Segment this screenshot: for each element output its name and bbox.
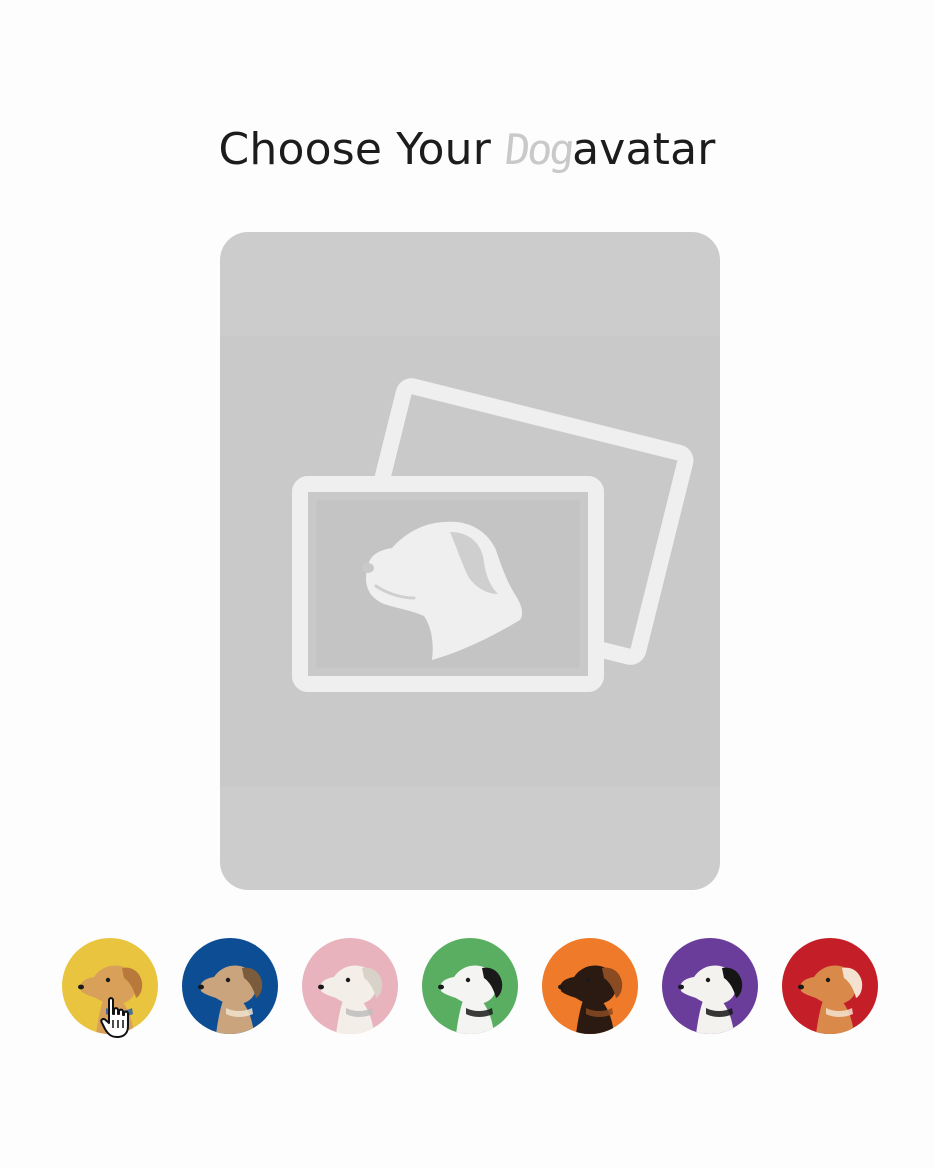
- title-prefix: Choose Your: [218, 124, 506, 175]
- border-collie-avatar-icon: [662, 938, 758, 1034]
- avatar-option-golden-retriever[interactable]: [62, 938, 158, 1034]
- title-suffix: avatar: [572, 124, 716, 175]
- avatar-preview: [220, 232, 720, 890]
- avatar-picker-page: Choose Your Dogavatar: [0, 0, 934, 1168]
- golden-retriever-avatar-icon: [62, 938, 158, 1034]
- avatar-option-border-collie[interactable]: [662, 938, 758, 1034]
- avatar-option-whippet[interactable]: [182, 938, 278, 1034]
- avatar-option-dachshund[interactable]: [542, 938, 638, 1034]
- dalmatian-avatar-icon: [422, 938, 518, 1034]
- dachshund-avatar-icon: [542, 938, 638, 1034]
- title-accent: Dog: [502, 125, 575, 174]
- avatar-option-poodle[interactable]: [302, 938, 398, 1034]
- avatar-option-dalmatian[interactable]: [422, 938, 518, 1034]
- page-title: Choose Your Dogavatar: [0, 118, 934, 182]
- whippet-avatar-icon: [182, 938, 278, 1034]
- dog-photo-placeholder-icon: [292, 378, 694, 692]
- shiba-inu-avatar-icon: [782, 938, 878, 1034]
- avatar-options: [62, 938, 878, 1034]
- avatar-option-shiba-inu[interactable]: [782, 938, 878, 1034]
- poodle-avatar-icon: [302, 938, 398, 1034]
